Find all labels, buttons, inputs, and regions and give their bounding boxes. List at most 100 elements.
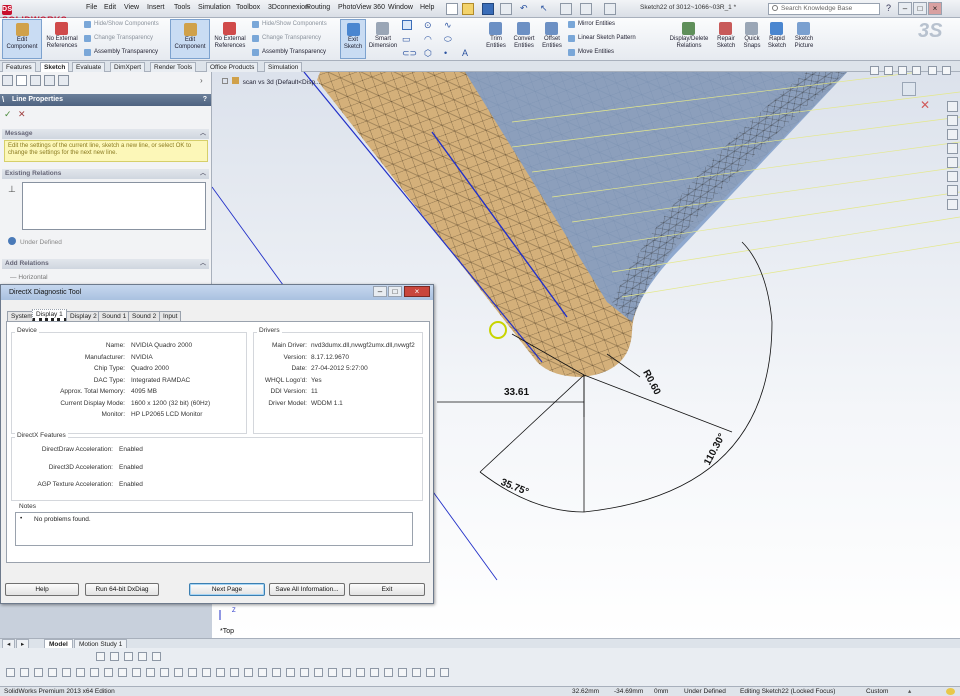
- tab-features[interactable]: Features: [2, 62, 36, 72]
- dx-tab-sound-2[interactable]: Sound 2: [128, 311, 161, 321]
- help-question-icon[interactable]: ?: [886, 3, 891, 13]
- mirror-entities-button[interactable]: Mirror Entities: [568, 20, 615, 29]
- menu-simulation[interactable]: Simulation: [198, 4, 231, 11]
- quick-snaps-button[interactable]: Quick Snaps: [740, 19, 764, 59]
- rectangle-tool-icon[interactable]: ▭: [402, 34, 411, 45]
- hide-show-components-button-2[interactable]: Hide/Show Components: [252, 20, 327, 29]
- view-routing-points-icon[interactable]: [440, 668, 449, 677]
- edit-component-button[interactable]: Edit Component: [2, 19, 42, 59]
- task-pane-appearances-icon[interactable]: [947, 185, 958, 196]
- add-relations-section-header[interactable]: Add Relations ︿: [2, 259, 209, 269]
- add-relation-horizontal[interactable]: — Horizontal: [10, 274, 48, 281]
- shadows-icon[interactable]: [188, 668, 197, 677]
- assembly-transparency-button-2[interactable]: Assembly Transparency: [252, 48, 326, 57]
- menu-routing[interactable]: Routing: [306, 4, 330, 11]
- view-max-icon[interactable]: [942, 66, 951, 75]
- next-page-button[interactable]: Next Page: [189, 583, 265, 596]
- tab-dimxpert[interactable]: DimXpert: [110, 62, 146, 72]
- help-button[interactable]: Help: [5, 583, 79, 596]
- display-manager-tab-icon[interactable]: [58, 75, 69, 86]
- view-decals-icon[interactable]: [384, 668, 393, 677]
- view-temporary-axes-icon[interactable]: [426, 668, 435, 677]
- shaded-icon[interactable]: [174, 668, 183, 677]
- rapid-sketch-button[interactable]: Rapid Sketch: [764, 19, 790, 59]
- view-grid-icon[interactable]: [412, 668, 421, 677]
- text-tool-icon[interactable]: A: [462, 48, 468, 58]
- trim-entities-button[interactable]: Trim Entities: [482, 19, 510, 59]
- message-section-header[interactable]: Message ︿: [2, 129, 209, 139]
- section-view-icon[interactable]: [124, 652, 133, 661]
- solidworks-logo[interactable]: DSSOLIDWORKS: [2, 2, 70, 25]
- dx-tab-input[interactable]: Input: [159, 311, 182, 321]
- open-folder-icon[interactable]: [462, 3, 474, 15]
- change-transparency-button[interactable]: Change Transparency: [84, 34, 153, 43]
- notes-box[interactable]: • No problems found.: [15, 512, 413, 546]
- view-origin-icon[interactable]: [244, 668, 253, 677]
- change-transparency-button-2[interactable]: Change Transparency: [252, 34, 321, 43]
- menu-photoview[interactable]: PhotoView 360: [338, 4, 385, 11]
- file-properties-icon[interactable]: [580, 3, 592, 15]
- wireframe-icon[interactable]: [146, 668, 155, 677]
- menu-tools[interactable]: Tools: [174, 4, 190, 11]
- view-cameras-icon[interactable]: [370, 668, 379, 677]
- close-button[interactable]: ×: [928, 2, 942, 15]
- menu-file[interactable]: File: [86, 4, 97, 11]
- assembly-transparency-button[interactable]: Assembly Transparency: [84, 48, 158, 57]
- print-icon[interactable]: [500, 3, 512, 15]
- edit-component-button-2[interactable]: Edit Component: [170, 19, 210, 59]
- select-icon[interactable]: [34, 668, 43, 677]
- exit-button[interactable]: Exit: [349, 583, 425, 596]
- view-lights-icon[interactable]: [356, 668, 365, 677]
- task-pane-home-icon[interactable]: [947, 101, 958, 112]
- dx-tab-sound-1[interactable]: Sound 1: [98, 311, 131, 321]
- units-dropdown-icon[interactable]: ▴: [908, 687, 911, 696]
- menu-window[interactable]: Window: [388, 4, 413, 11]
- rebuild-status-icon[interactable]: [946, 688, 955, 695]
- view-annotations-icon[interactable]: [398, 668, 407, 677]
- point-tool-icon[interactable]: •: [444, 48, 447, 58]
- hide-show-components-button[interactable]: Hide/Show Components: [84, 20, 159, 29]
- selection-highlight-point[interactable]: [489, 321, 507, 339]
- no-external-references-button[interactable]: No External References: [42, 19, 82, 59]
- view-planes-icon[interactable]: [272, 668, 281, 677]
- task-pane-design-library-icon[interactable]: [947, 129, 958, 140]
- confirmation-corner-exit-icon[interactable]: [902, 82, 916, 96]
- tab-sketch[interactable]: Sketch: [40, 62, 70, 72]
- confirmation-corner-cancel-icon[interactable]: ✕: [920, 98, 930, 112]
- search-knowledge-base-input[interactable]: Search Knowledge Base: [768, 3, 880, 15]
- dimension-linear-33-61[interactable]: 33.61: [504, 387, 529, 398]
- cartoon-icon[interactable]: [216, 668, 225, 677]
- tab-simulation[interactable]: Simulation: [264, 62, 303, 72]
- help-icon[interactable]: [6, 668, 15, 677]
- minimize-button[interactable]: –: [898, 2, 912, 15]
- collapse-chevron-icon[interactable]: ︿: [200, 129, 206, 139]
- select-arrow-icon[interactable]: ↖: [540, 3, 548, 14]
- hidden-lines-icon[interactable]: [160, 668, 169, 677]
- dxdiag-close-button[interactable]: ×: [404, 286, 430, 297]
- mate-icon[interactable]: [90, 668, 99, 677]
- move-entities-button[interactable]: Move Entities: [568, 48, 614, 57]
- rebuild-icon[interactable]: [560, 3, 572, 15]
- view-axes-icon[interactable]: [258, 668, 267, 677]
- spline-tool-icon[interactable]: ∿: [444, 20, 452, 31]
- linear-sketch-pattern-button[interactable]: Linear Sketch Pattern: [568, 34, 636, 43]
- maximize-button[interactable]: □: [913, 2, 927, 15]
- hide-icon[interactable]: [104, 668, 113, 677]
- collapse-chevron-icon[interactable]: ︿: [200, 259, 206, 269]
- polygon-tool-icon[interactable]: ⬡: [424, 48, 432, 59]
- display-delete-relations-button[interactable]: Display/Delete Relations: [666, 19, 712, 59]
- feature-tree-flyout-item[interactable]: scan vs 3d (Default<Disp...: [222, 77, 320, 86]
- circle-tool-icon[interactable]: ⊙: [424, 20, 432, 31]
- view-relations-icon[interactable]: [314, 668, 323, 677]
- tab-render-tools[interactable]: Render Tools: [150, 62, 197, 72]
- existing-relations-list[interactable]: [22, 182, 206, 230]
- dimxpert-manager-tab-icon[interactable]: [44, 75, 55, 86]
- menu-view[interactable]: View: [124, 4, 139, 11]
- property-manager-tab-icon[interactable]: [16, 75, 27, 86]
- task-pane-search-icon[interactable]: [947, 157, 958, 168]
- view-min-icon[interactable]: [928, 66, 937, 75]
- ellipse-tool-icon[interactable]: ⬭: [444, 34, 452, 45]
- scene-icon[interactable]: [132, 668, 141, 677]
- menu-help[interactable]: Help: [420, 4, 434, 11]
- dx-tab-display-2[interactable]: Display 2: [66, 311, 101, 321]
